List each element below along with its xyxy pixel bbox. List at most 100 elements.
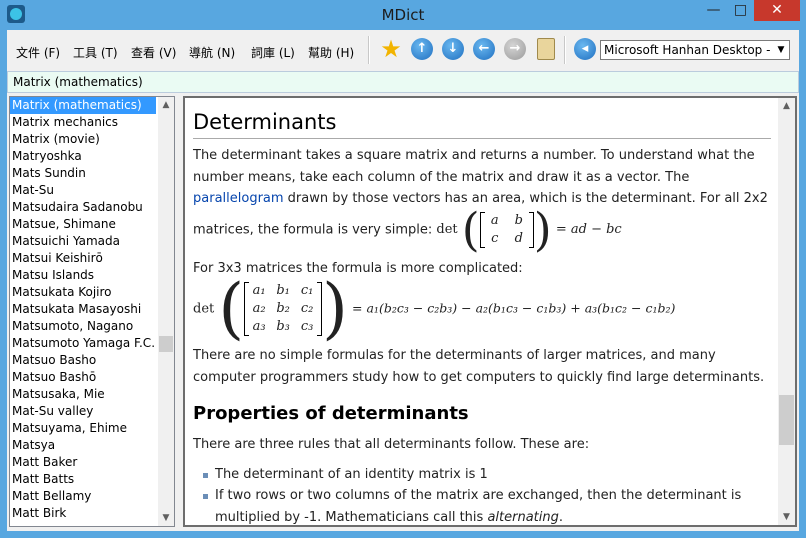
list-item[interactable]: Mat-Su valley	[10, 403, 174, 420]
text: .	[558, 509, 564, 525]
scroll-up-icon[interactable]: ▲	[778, 98, 795, 114]
article-scrollbar[interactable]: ▲ ▼	[778, 98, 795, 525]
scrollbar-thumb[interactable]	[159, 336, 173, 352]
toolbar-separator	[368, 36, 370, 64]
list-item[interactable]: Matsui Keishirō	[10, 250, 174, 267]
list-item[interactable]: Matt Batts	[10, 471, 174, 488]
det3-formula: det ( a₁ b₁ c₁ a₂ b₂ c₂ a₃ b₃ c₃ ) = a₁(b₂c₃ −…	[193, 276, 771, 342]
matrix-3x3: a₁ b₁ c₁ a₂ b₂ c₂ a₃ b₃ c₃	[244, 282, 323, 336]
paragraph: For 3x3 matrices the formula is more com…	[193, 260, 523, 276]
matrix-cell: b	[514, 212, 523, 228]
article-view[interactable]: Determinants The determinant takes a squ…	[183, 96, 797, 527]
list-item[interactable]: Matsuichi Yamada	[10, 233, 174, 250]
star-icon[interactable]: ★	[380, 37, 402, 61]
list-item[interactable]: Matsudaira Sadanobu	[10, 199, 174, 216]
list-item[interactable]: Matrix mechanics	[10, 114, 174, 131]
clipboard-icon[interactable]	[537, 38, 555, 60]
search-input[interactable]: Matrix (mathematics)	[7, 71, 799, 93]
det2-formula: det ( ab cd ) = ad − bc	[436, 207, 622, 253]
section-heading: Determinants	[193, 108, 771, 139]
list-item[interactable]: Mat-Su	[10, 182, 174, 199]
det2-rhs: = ad − bc	[555, 222, 622, 237]
list-item[interactable]: Matsue, Shimane	[10, 216, 174, 233]
up-arrow-icon[interactable]: ↑	[411, 38, 433, 60]
menu-library[interactable]: 詞庫 (L)	[251, 44, 295, 61]
title-bar: MDict — □ ✕	[0, 0, 806, 30]
scroll-up-icon[interactable]: ▲	[158, 97, 174, 113]
minimize-button[interactable]: —	[700, 0, 727, 21]
emphasis: alternating	[487, 509, 559, 525]
list-item[interactable]: Matsumoto, Nagano	[10, 318, 174, 335]
menu-bar: 文件 (F) 工具 (T) 查看 (V) 導航 (N) 詞庫 (L) 幫助 (H…	[7, 30, 799, 70]
forward-arrow-icon[interactable]: →	[504, 38, 526, 60]
list-item[interactable]: Matsuo Basho	[10, 352, 174, 369]
matrix-cell: a₃	[252, 319, 266, 334]
menu-view[interactable]: 查看 (V)	[131, 44, 176, 61]
word-list[interactable]: Matrix (mathematics) Matrix mechanics Ma…	[9, 96, 175, 527]
close-button[interactable]: ✕	[754, 0, 800, 21]
window-title: MDict	[381, 6, 425, 24]
list-item[interactable]: Matt Bellamy	[10, 488, 174, 505]
paragraph: There are three rules that all determina…	[193, 437, 590, 452]
down-arrow-icon[interactable]: ↓	[442, 38, 464, 60]
matrix-cell: c₃	[300, 319, 314, 334]
matrix-cell: b₃	[276, 319, 290, 334]
list-item[interactable]: Matsusaka, Mie	[10, 386, 174, 403]
section-heading: Properties of determinants	[193, 403, 469, 424]
app-window: MDict — □ ✕ 文件 (F) 工具 (T) 查看 (V) 導航 (N) …	[0, 0, 806, 538]
toolbar-separator	[564, 36, 566, 64]
list-item[interactable]: Matryoshka	[10, 148, 174, 165]
list-item[interactable]: Matsukata Kojiro	[10, 284, 174, 301]
matrix-cell: a₁	[252, 283, 266, 298]
chevron-down-icon[interactable]: ▼	[773, 41, 789, 59]
scroll-down-icon[interactable]: ▼	[778, 509, 795, 525]
list-item[interactable]: Matsya	[10, 437, 174, 454]
back-arrow-icon[interactable]: ←	[473, 38, 495, 60]
list-item[interactable]: Matsu Islands	[10, 267, 174, 284]
right-paren: )	[322, 270, 348, 347]
list-item[interactable]: Matsuo Bashō	[10, 369, 174, 386]
list-item: If two rows or two columns of the matrix…	[203, 485, 771, 525]
matrix-cell: b₁	[276, 283, 290, 298]
det3-rhs: = a₁(b₂c₃ − c₂b₃) − a₂(b₁c₃ − c₁b₃) + a₃…	[352, 300, 676, 316]
left-paren: (	[461, 202, 480, 257]
menu-tools[interactable]: 工具 (T)	[73, 44, 118, 61]
client-area: 文件 (F) 工具 (T) 查看 (V) 導航 (N) 詞庫 (L) 幫助 (H…	[7, 30, 799, 531]
list-item[interactable]: Matrix (movie)	[10, 131, 174, 148]
matrix-cell: d	[514, 230, 523, 246]
list-item[interactable]: Matsuyama, Ehime	[10, 420, 174, 437]
matrix-2x2: ab cd	[479, 211, 534, 248]
text: The determinant takes a square matrix an…	[193, 148, 755, 185]
list-item[interactable]: Matt Birk	[10, 505, 174, 522]
list-item[interactable]: Matt Baker	[10, 454, 174, 471]
det-label: det	[436, 222, 458, 237]
article-body: Determinants The determinant takes a squ…	[193, 98, 771, 526]
menu-help[interactable]: 幫助 (H)	[308, 44, 354, 61]
list-item: The determinant of an identity matrix is…	[203, 464, 771, 486]
list-item[interactable]: Matsumoto Yamaga F.C.	[10, 335, 156, 352]
paragraph: The determinant takes a square matrix an…	[193, 145, 771, 253]
dictionary-select-value: Microsoft Hanhan Desktop - C	[604, 43, 783, 57]
matrix-cell: a₂	[252, 301, 266, 316]
right-paren: )	[533, 202, 552, 257]
menu-file[interactable]: 文件 (F)	[16, 44, 60, 61]
rules-list: The determinant of an identity matrix is…	[193, 464, 771, 526]
scrollbar-thumb[interactable]	[779, 395, 794, 445]
word-list-scrollbar[interactable]: ▲ ▼	[158, 97, 174, 526]
scroll-down-icon[interactable]: ▼	[158, 510, 174, 526]
matrix-cell: c₂	[300, 301, 314, 316]
maximize-button[interactable]: □	[727, 0, 754, 21]
matrix-cell: a	[490, 212, 499, 228]
parallelogram-link[interactable]: parallelogram	[193, 191, 284, 206]
text: If two rows or two columns of the matrix…	[215, 488, 742, 525]
list-item[interactable]: Mats Sundin	[10, 165, 174, 182]
matrix-cell: c	[491, 230, 499, 246]
matrix-cell: b₂	[276, 301, 290, 316]
matrix-cell: c₁	[300, 283, 314, 298]
dictionary-select[interactable]: Microsoft Hanhan Desktop - C ▼	[600, 40, 790, 60]
speaker-icon[interactable]: ◂	[574, 38, 596, 60]
det-label: det	[193, 301, 215, 317]
list-item[interactable]: Matrix (mathematics)	[10, 97, 156, 114]
list-item[interactable]: Matsukata Masayoshi	[10, 301, 174, 318]
menu-navigate[interactable]: 導航 (N)	[189, 44, 235, 61]
